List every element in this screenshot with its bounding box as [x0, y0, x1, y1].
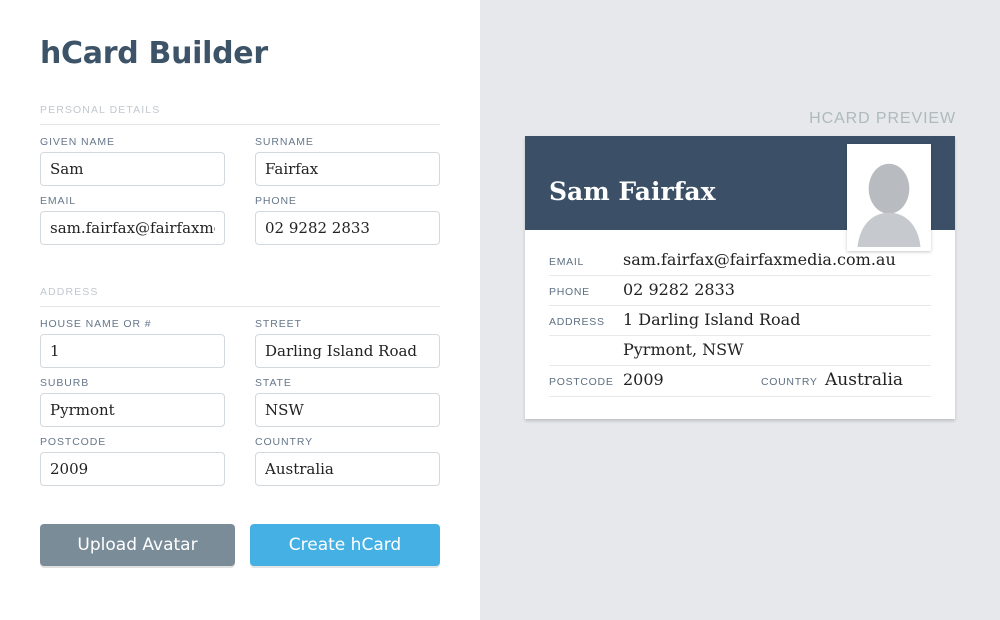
- field-country: Country: [240, 436, 440, 486]
- upload-avatar-button[interactable]: Upload Avatar: [40, 524, 235, 566]
- given-name-input[interactable]: [40, 152, 225, 186]
- hcard-row-address-line2: Pyrmont, NSW: [549, 336, 931, 366]
- field-suburb: Suburb: [40, 377, 240, 427]
- street-input[interactable]: [255, 334, 440, 368]
- country-input[interactable]: [255, 452, 440, 486]
- hcard-value-address-line2: Pyrmont, NSW: [623, 340, 744, 359]
- label-surname: Surname: [255, 136, 314, 148]
- label-house-name-or-number: House name or #: [40, 318, 152, 330]
- house-name-or-number-input[interactable]: [40, 334, 225, 368]
- field-street: Street: [240, 318, 440, 368]
- avatar[interactable]: [847, 144, 931, 251]
- hcard-full-name: Sam Fairfax: [549, 176, 716, 206]
- suburb-input[interactable]: [40, 393, 225, 427]
- field-state: State: [240, 377, 440, 427]
- fieldset-address: House name or # Street Suburb State Post…: [40, 318, 440, 495]
- builder-form-panel: hCard Builder Personal Details Given Nam…: [0, 0, 480, 620]
- form-actions: Upload Avatar Create hCard: [40, 524, 440, 566]
- hcard-row-phone: Phone 02 9282 2833: [549, 276, 931, 306]
- hcard-label-address: Address: [549, 316, 605, 328]
- hcard-value-country: Australia: [825, 370, 904, 390]
- hcard-preview-card: Sam Fairfax Email sam.fairfax@fairfaxmed…: [525, 136, 955, 419]
- person-placeholder-icon: [851, 148, 927, 247]
- field-postcode: Postcode: [40, 436, 240, 486]
- preview-title: hCard Preview: [809, 110, 956, 127]
- field-given-name: Given Name: [40, 136, 240, 186]
- field-phone: Phone: [240, 195, 440, 245]
- phone-input[interactable]: [255, 211, 440, 245]
- hcard-value-address-line1: 1 Darling Island Road: [623, 310, 801, 329]
- create-hcard-button[interactable]: Create hCard: [250, 524, 440, 566]
- hcard-label-country: Country: [761, 376, 818, 388]
- hcard-row-address-line1: Address 1 Darling Island Road: [549, 306, 931, 336]
- label-postcode: Postcode: [40, 436, 107, 448]
- builder-form-inner: hCard Builder Personal Details Given Nam…: [0, 0, 480, 566]
- hcard-value-phone: 02 9282 2833: [623, 280, 735, 299]
- hcard-value-email: sam.fairfax@fairfaxmedia.com.au: [623, 250, 896, 269]
- field-surname: Surname: [240, 136, 440, 186]
- hcard-label-email: Email: [549, 256, 585, 268]
- fieldset-personal-details: Given Name Surname Email Phone: [40, 136, 440, 254]
- label-email: Email: [40, 195, 77, 207]
- label-street: Street: [255, 318, 302, 330]
- hcard-label-postcode: Postcode: [549, 376, 614, 388]
- hcard-details: Email sam.fairfax@fairfaxmedia.com.au Ph…: [525, 230, 955, 419]
- hcard-preview-panel: hCard Preview Sam Fairfax Email sam.fair…: [480, 0, 1000, 620]
- section-header-address: Address: [40, 282, 440, 307]
- section-label-personal-details: Personal Details: [40, 104, 161, 116]
- state-input[interactable]: [255, 393, 440, 427]
- label-given-name: Given Name: [40, 136, 115, 148]
- section-header-personal-details: Personal Details: [40, 100, 440, 125]
- section-label-address: Address: [40, 286, 99, 298]
- postcode-input[interactable]: [40, 452, 225, 486]
- label-state: State: [255, 377, 292, 389]
- field-email: Email: [40, 195, 240, 245]
- hcard-value-postcode: 2009: [623, 370, 664, 389]
- email-input[interactable]: [40, 211, 225, 245]
- hcard-builder-app: hCard Builder Personal Details Given Nam…: [0, 0, 1000, 620]
- label-suburb: Suburb: [40, 377, 90, 389]
- hcard-row-postcode-country: Postcode 2009 Country Australia: [549, 366, 931, 397]
- hcard-label-phone: Phone: [549, 286, 590, 298]
- field-house-name-or-number: House name or #: [40, 318, 240, 368]
- surname-input[interactable]: [255, 152, 440, 186]
- label-phone: Phone: [255, 195, 297, 207]
- hcard-header: Sam Fairfax: [525, 136, 955, 251]
- label-country: Country: [255, 436, 314, 448]
- page-title: hCard Builder: [40, 36, 268, 71]
